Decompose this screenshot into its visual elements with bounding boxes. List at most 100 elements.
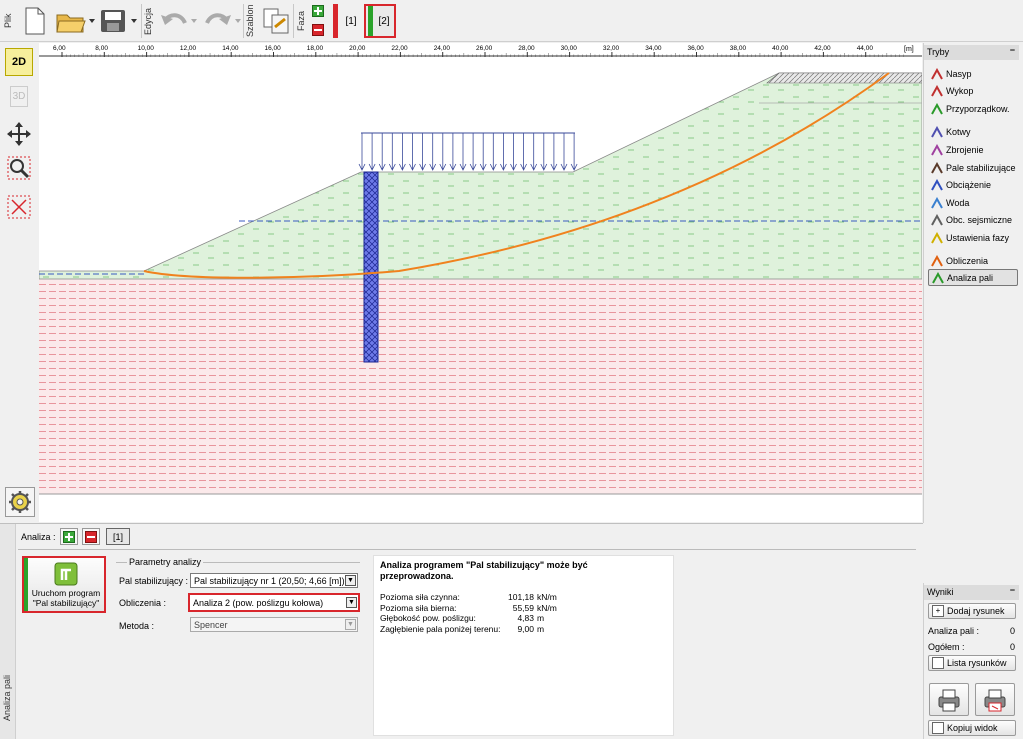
method-field-label: Metoda : [119, 621, 155, 631]
analysis-label: Analiza : [21, 532, 56, 542]
results-row-value: 9,00 [517, 623, 534, 634]
print-preview-button[interactable] [975, 683, 1015, 716]
ruler-tick-label: 28,00 [518, 45, 535, 52]
mode-item-4[interactable]: Kotwy [928, 123, 1018, 140]
redo-button[interactable] [200, 5, 242, 37]
results-row-label: Zagłębienie pala poniżej terenu: [380, 623, 501, 634]
minus-icon [312, 24, 324, 36]
results-output [373, 555, 674, 736]
load-arrow [419, 133, 426, 171]
calc-select[interactable]: Analiza 2 (pow. poślizgu kołowa) ▼ [188, 593, 360, 612]
ruler-tick-label: 18,00 [307, 45, 324, 52]
mode-item-12[interactable]: Analiza pali [928, 269, 1018, 286]
remove-phase-button[interactable] [311, 23, 325, 37]
new-file-button[interactable] [20, 5, 50, 37]
load-arrow [429, 133, 437, 171]
mode-item-7[interactable]: Obciążenie [928, 176, 1018, 193]
chevron-down-icon: ▼ [345, 575, 356, 586]
phase-2-tab[interactable]: [2] [364, 4, 396, 38]
ruler-tick-label: 24,00 [434, 45, 451, 52]
phase-1-tab[interactable]: [1] [340, 4, 362, 38]
load-arrow [489, 133, 497, 171]
phase-menu-label[interactable]: Faza [296, 4, 308, 38]
results-row-unit: m [537, 623, 545, 634]
ruler-tick-label: 38,00 [730, 45, 747, 52]
mode-item-9[interactable]: Obc. sejsmiczne [928, 211, 1018, 228]
add-analysis-button[interactable] [60, 528, 78, 545]
toolbar-separator [141, 4, 142, 38]
load-arrow [500, 133, 507, 171]
load-arrow [570, 133, 578, 171]
mode-item-6[interactable]: Pale stabilizujące [928, 159, 1018, 176]
ruler-tick-label: 44,00 [857, 45, 874, 52]
load-arrow [469, 133, 477, 171]
load-arrow [378, 133, 386, 171]
edit-menu-label[interactable]: Edycja [143, 4, 155, 38]
template-menu-label[interactable]: Szablon [245, 4, 257, 38]
pile-select-value: Pal stabilizujący nr 1 (20,50; 4,66 [m]) [194, 575, 345, 586]
modes-title: Tryby [927, 47, 950, 57]
collapse-icon[interactable]: − [1010, 45, 1015, 55]
mode-icon [930, 213, 944, 227]
method-select[interactable]: Spencer ▼ [190, 617, 358, 632]
mode-icon [930, 125, 944, 139]
calc-field-label: Obliczenia : [119, 598, 167, 608]
toolbar-separator [293, 4, 294, 38]
remove-analysis-button[interactable] [82, 528, 100, 545]
pile-field-label: Pal stabilizujący : [119, 576, 189, 586]
mode-item-11[interactable]: Obliczenia [928, 252, 1018, 269]
drawings-list-icon [932, 657, 944, 669]
surcharge-load [358, 132, 578, 171]
mode-item-2[interactable]: Wykop [928, 82, 1018, 99]
drawings-list-label: Lista rysunków [947, 658, 1007, 668]
analysis-tab-1[interactable]: [1] [106, 528, 130, 545]
view-2d-button[interactable]: 2D [5, 48, 33, 76]
mode-icon [930, 231, 944, 245]
ruler-tick-label: 36,00 [688, 45, 705, 52]
side-frame-label: Analiza pali [2, 674, 12, 722]
zoom-extents-button[interactable] [5, 193, 33, 221]
template-button[interactable] [260, 5, 292, 37]
copy-view-button[interactable]: Kopiuj widok [928, 720, 1016, 736]
undo-button[interactable] [158, 5, 200, 37]
file-menu-label[interactable]: Plik [3, 4, 15, 38]
mode-item-label: Przyporządkow. [946, 103, 1010, 114]
mode-icon [930, 254, 944, 268]
load-arrow [439, 133, 447, 171]
load-arrow [388, 133, 396, 171]
mode-item-5[interactable]: Zbrojenie [928, 141, 1018, 158]
collapse-icon[interactable]: − [1010, 585, 1015, 595]
ruler-tick-label: 6,00 [53, 45, 66, 52]
load-arrow [520, 133, 527, 171]
ruler-ticks: 6,00 8,00 10,00 12,00 14,00 16,00 18,00 20,00 22… [53, 45, 905, 57]
run-program-button[interactable]: Uruchom program "Pal stabilizujący" [22, 556, 106, 613]
save-button[interactable] [98, 5, 140, 37]
pan-button[interactable] [5, 120, 33, 148]
drawing-canvas[interactable]: 6,00 8,00 10,00 12,00 14,00 16,00 18,00 20,00 22… [39, 43, 922, 522]
mode-item-label: Ustawienia fazy [946, 232, 1010, 243]
phase-2-marker [368, 6, 373, 36]
drawings-list-button[interactable]: Lista rysunków [928, 655, 1016, 671]
settings-button[interactable] [5, 487, 35, 517]
chevron-down-icon: ▼ [345, 619, 356, 630]
open-file-button[interactable] [54, 5, 96, 37]
mode-item-10[interactable]: Ustawienia fazy [928, 229, 1018, 246]
total-count-label: Ogółem : [928, 642, 965, 652]
add-phase-button[interactable] [311, 4, 325, 18]
mode-item-label: Woda [946, 197, 970, 208]
print-button[interactable] [929, 683, 969, 716]
mode-item-1[interactable]: Nasyp [928, 65, 1018, 82]
load-arrow [530, 133, 538, 171]
mode-item-label: Obciążenie [946, 179, 992, 190]
zoom-button[interactable] [5, 154, 33, 182]
view-3d-button[interactable]: 3D [5, 82, 33, 110]
upper-soil-layer [39, 72, 922, 280]
mode-item-3[interactable]: Przyporządkow. [928, 100, 1018, 117]
pile-select[interactable]: Pal stabilizujący nr 1 (20,50; 4,66 [m])… [190, 573, 358, 588]
pile-program-icon [54, 562, 78, 586]
results-panel-title: Wyniki [927, 587, 954, 597]
mode-icon [930, 196, 944, 210]
add-drawing-button[interactable]: + Dodaj rysunek [928, 603, 1016, 619]
mode-item-8[interactable]: Woda [928, 194, 1018, 211]
mode-item-label: Obliczenia [946, 255, 989, 266]
